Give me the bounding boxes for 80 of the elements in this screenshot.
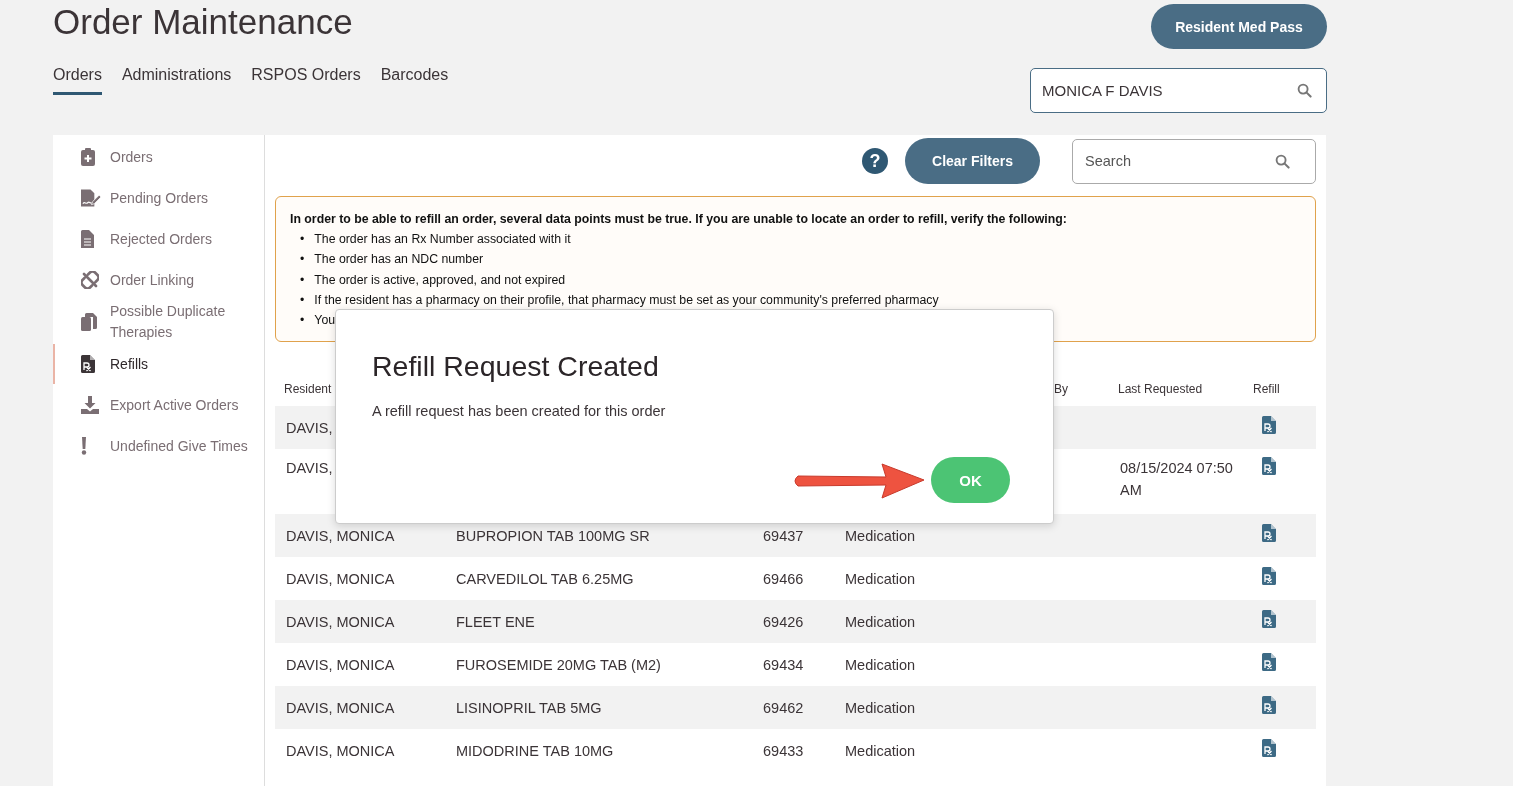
table-cell: DAVIS,	[286, 420, 333, 436]
notice-item: You	[314, 312, 336, 330]
table-cell: 69434	[763, 657, 804, 673]
sidebar-item[interactable]: Rejected Orders	[53, 219, 264, 259]
tab[interactable]: Administrations	[121, 66, 232, 95]
table-cell: DAVIS, MONICA	[286, 528, 395, 544]
column-header: Last Requested	[1118, 382, 1203, 396]
table-cell: 69433	[763, 743, 804, 759]
table-cell: MIDODRINE TAB 10MG	[456, 743, 614, 759]
dialog-message: A refill request has been created for this order	[372, 403, 667, 419]
refill-icon	[1262, 416, 1276, 434]
tab[interactable]: Orders	[53, 66, 102, 95]
column-header: By	[1054, 382, 1068, 396]
search-icon	[1297, 83, 1312, 98]
table-cell: Medication	[845, 700, 916, 716]
table-cell: BUPROPION TAB 100MG SR	[456, 528, 650, 544]
refill-icon	[1262, 653, 1276, 671]
bullet: •	[300, 312, 305, 330]
notice-item: If the resident has a pharmacy on their profile, that pharmacy must be set as your community's preferred pharmacy	[314, 291, 939, 309]
table-cell: CARVEDILOL TAB 6.25MG	[456, 571, 634, 587]
table-cell: 69466	[763, 571, 804, 587]
document-icon	[81, 230, 94, 248]
refill-icon	[1262, 739, 1276, 757]
sidebar-item[interactable]: Orders	[53, 137, 264, 177]
table-cell: DAVIS, MONICA	[286, 657, 395, 673]
signed-document-icon	[81, 189, 101, 207]
exclamation-icon	[81, 437, 87, 455]
table-cell: Medication	[845, 571, 916, 587]
column-header: Resident	[284, 382, 332, 396]
help-button[interactable]: ?	[862, 148, 888, 174]
bullet: •	[300, 251, 305, 269]
column-header: Refill	[1253, 382, 1280, 396]
tab[interactable]: Barcodes	[380, 66, 449, 95]
notice-item: The order has an NDC number	[314, 251, 484, 269]
table-cell: FUROSEMIDE 20MG TAB (M2)	[456, 657, 661, 673]
bullet: •	[300, 291, 305, 309]
table-cell: DAVIS, MONICA	[286, 743, 395, 759]
resident-search-field[interactable]: MONICA F DAVIS	[1030, 68, 1327, 113]
table-cell: Medication	[845, 528, 916, 544]
table-cell: DAVIS, MONICA	[286, 571, 395, 587]
dialog-title: Refill Request Created	[372, 350, 660, 383]
refill-icon	[1262, 696, 1276, 714]
sidebar-item[interactable]: Export Active Orders	[53, 385, 264, 425]
bullet: •	[300, 271, 305, 289]
broken-link-icon	[81, 271, 99, 289]
page-title: Order Maintenance	[53, 2, 354, 43]
table-cell: 69426	[763, 614, 804, 630]
sidebar-item[interactable]: Order Linking	[53, 260, 264, 300]
notice-heading: In order to be able to refill an order, several data points must be true. If you are unable to locate an order to refill, verify the following:	[290, 212, 1068, 226]
table-cell: Medication	[845, 743, 916, 759]
refill-icon	[1262, 610, 1276, 628]
table-cell: 69462	[763, 700, 804, 716]
search-field[interactable]: Search	[1072, 138, 1316, 184]
table-cell: FLEET ENE	[456, 614, 535, 630]
table-cell: LISINOPRIL TAB 5MG	[456, 700, 602, 716]
notice-item: The order has an Rx Number associated with it	[314, 231, 571, 248]
copy-icon	[81, 313, 97, 331]
sidebar-item[interactable]: Possible Duplicate Therapies	[53, 301, 264, 343]
sidebar-item[interactable]: Undefined Give Times	[53, 426, 264, 466]
prescription-icon	[81, 355, 95, 373]
tab[interactable]: RSPOS Orders	[251, 66, 361, 95]
download-icon	[81, 396, 99, 414]
notice-item: The order is active, approved, and not expired	[314, 271, 566, 289]
table-cell: DAVIS,	[286, 460, 333, 477]
table-cell: DAVIS, MONICA	[286, 614, 395, 630]
sidebar-item[interactable]: Pending Orders	[53, 178, 264, 218]
search-icon	[1275, 153, 1290, 169]
resident-med-pass-button[interactable]: Resident Med Pass	[1151, 4, 1327, 49]
refill-icon	[1262, 524, 1276, 542]
bullet: •	[300, 231, 305, 248]
table-cell: Medication	[845, 614, 916, 630]
sidebar-item[interactable]: Refills	[53, 344, 264, 384]
table-cell: DAVIS, MONICA	[286, 700, 395, 716]
clipboard-icon	[81, 148, 95, 166]
table-cell: 08/15/2024 07:50 AM	[1120, 460, 1233, 499]
table-cell: 69437	[763, 528, 804, 544]
refill-icon	[1262, 567, 1276, 585]
clear-filters-button[interactable]: Clear Filters	[905, 138, 1040, 184]
refill-icon	[1262, 457, 1276, 476]
table-cell: Medication	[845, 657, 916, 673]
